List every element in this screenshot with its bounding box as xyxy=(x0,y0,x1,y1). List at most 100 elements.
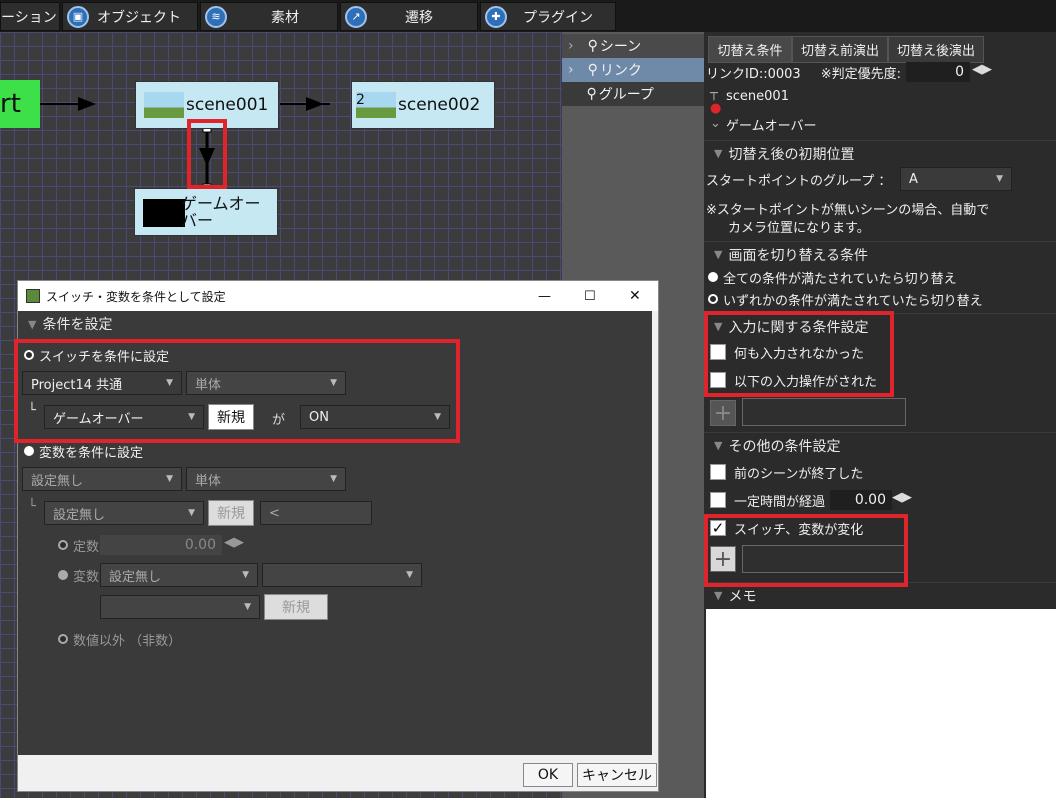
list-item-group[interactable]: ⚲ グループ xyxy=(562,82,704,106)
checkbox[interactable] xyxy=(710,492,726,508)
toolbar-animation-tab[interactable]: ーション xyxy=(0,2,60,31)
maximize-icon[interactable]: ☐ xyxy=(584,289,596,304)
link-id: リンクID::0003 xyxy=(706,66,801,82)
priority-input[interactable]: 0 xyxy=(906,62,970,82)
compare-variable-select[interactable]: 設定無し ▼ xyxy=(100,563,258,587)
radio-constant[interactable]: 定数 xyxy=(56,533,99,557)
select-value: A xyxy=(909,171,918,187)
chevron-right-icon: › xyxy=(568,62,574,78)
toolbar-label: オブジェクト xyxy=(97,9,181,26)
checkbox-time-elapsed[interactable]: 一定時間が経過 xyxy=(704,488,825,512)
tab-label: 切替え後演出 xyxy=(896,44,975,59)
new-variable-button[interactable]: 新規 xyxy=(208,500,254,526)
checkbox-prev-scene[interactable]: 前のシーンが終了した xyxy=(704,460,863,484)
add-input-button[interactable]: + xyxy=(710,400,736,426)
compare-scope-select[interactable]: ▼ xyxy=(262,563,422,587)
radio-variable[interactable]: 変数 xyxy=(56,563,99,587)
operator-select[interactable]: < xyxy=(260,501,372,525)
list-item-scene[interactable]: › ⚲ シーン xyxy=(562,34,704,58)
collapse-icon: ▼ xyxy=(714,589,723,602)
toolbar-transition-tab[interactable]: ↗ 遷移 xyxy=(340,2,478,31)
cancel-button[interactable]: キャンセル xyxy=(577,763,657,787)
radio-icon xyxy=(58,570,68,580)
radio-label: 変数 xyxy=(73,569,100,585)
highlight-link xyxy=(187,119,227,189)
section-title: その他の条件設定 xyxy=(728,438,841,455)
memo-textarea[interactable] xyxy=(706,609,1056,798)
scene-node-gameover[interactable]: ゲームオー バー xyxy=(134,188,278,236)
properties-panel: 切替え条件 切替え前演出 切替え後演出 リンクID::0003 ※判定優先度: 0… xyxy=(704,32,1056,798)
radio-non-numeric[interactable]: 数値以外 （非数） xyxy=(56,627,181,651)
scene-thumbnail xyxy=(144,92,184,118)
highlight-switch-section xyxy=(14,339,460,443)
toolbar-material-tab[interactable]: ≋ 素材 xyxy=(200,2,338,31)
radio-label: 全ての条件が満たされていたら切り替え xyxy=(723,271,957,287)
chevron-down-icon: ▼ xyxy=(242,570,249,580)
tab-switch-condition[interactable]: 切替え条件 xyxy=(708,36,792,63)
toolbar-object-tab[interactable]: ▣ オブジェクト xyxy=(62,2,198,31)
new-compare-button[interactable]: 新規 xyxy=(264,594,328,620)
list-item-link[interactable]: › ⚲ リンク xyxy=(562,58,704,82)
to-scene-label: ゲームオーバー xyxy=(726,118,817,134)
constant-stepper[interactable]: ◀▶ xyxy=(224,535,244,550)
checkbox[interactable] xyxy=(710,464,726,480)
scene-number: 2 xyxy=(356,92,365,108)
radio-all-conditions[interactable]: 全ての条件が満たされていたら切り替え xyxy=(706,265,957,289)
time-input[interactable]: 0.00 xyxy=(830,490,892,510)
collapse-icon: ▼ xyxy=(28,317,37,331)
to-scene: ゲームオーバー xyxy=(726,112,816,136)
dialog-body: ▼ 条件を設定 スイッチを条件に設定 Project14 共通 ▼ 単体 ▼ └ ゲー… xyxy=(14,311,658,755)
from-scene-label: scene001 xyxy=(726,88,789,104)
compare-target-select[interactable]: ▼ xyxy=(100,595,260,619)
tab-after-effect[interactable]: 切替え後演出 xyxy=(888,36,984,63)
scene-node-scene002[interactable]: 2 scene002 xyxy=(351,81,495,129)
variable-select[interactable]: 設定無し ▼ xyxy=(44,501,204,525)
scene-thumbnail: 2 xyxy=(356,92,396,118)
radio-icon xyxy=(708,294,718,304)
section-title: 画面を切り替える条件 xyxy=(728,247,869,264)
tree-branch-icon: └ xyxy=(28,499,36,514)
chevron-down-icon: ▼ xyxy=(188,508,195,518)
chevron-down-icon: ▼ xyxy=(166,474,173,484)
button-label: OK xyxy=(537,767,559,783)
start-group-label: スタートポイントのグループ ： xyxy=(706,167,891,191)
section-set-condition[interactable]: ▼ 条件を設定 xyxy=(18,311,652,337)
tab-before-effect[interactable]: 切替え前演出 xyxy=(792,36,888,63)
scene-label: scene001 xyxy=(186,95,269,115)
radio-icon xyxy=(58,540,68,550)
button-label: 新規 xyxy=(217,506,245,522)
close-icon[interactable]: ✕ xyxy=(629,288,641,304)
scene-thumbnail xyxy=(143,199,185,227)
radio-variable-condition[interactable]: 変数を条件に設定 xyxy=(22,439,143,463)
transition-icon: ↗ xyxy=(345,5,367,28)
label: スタートポイントのグループ ： xyxy=(706,173,892,189)
priority-stepper[interactable]: ◀▶ xyxy=(972,62,992,77)
section-other-conditions[interactable]: ▼ その他の条件設定 xyxy=(704,432,1056,458)
input-list-field[interactable] xyxy=(742,398,906,426)
ok-button[interactable]: OK xyxy=(523,763,573,787)
toolbar-plugin-tab[interactable]: ✚ プラグイン xyxy=(480,2,616,31)
radio-any-condition[interactable]: いずれかの条件が満たされていたら切り替え xyxy=(706,287,983,311)
start-group-select[interactable]: A ▼ xyxy=(900,167,1012,191)
list-label: シーン xyxy=(599,39,642,55)
object-icon: ▣ xyxy=(67,5,89,28)
minimize-icon[interactable]: — xyxy=(538,289,551,304)
collapse-icon: ▼ xyxy=(714,248,723,261)
constant-input[interactable]: 0.00 xyxy=(100,535,222,555)
dialog-titlebar: スイッチ・変数を条件として設定 — ☐ ✕ xyxy=(18,281,658,311)
select-value: 設定無し xyxy=(53,507,106,523)
link-id-row: リンクID::0003 ※判定優先度: xyxy=(706,60,901,84)
select-value: 単体 xyxy=(195,473,222,489)
chevron-down-icon: ▼ xyxy=(406,570,413,580)
note-line: カメラ位置になります。 xyxy=(728,220,870,236)
section-switch-conditions[interactable]: ▼ 画面を切り替える条件 xyxy=(704,241,1056,267)
section-initial-position[interactable]: ▼ 切替え後の初期位置 xyxy=(704,140,1056,166)
tree-icon: ⚲ xyxy=(587,62,598,78)
variable-project-select[interactable]: 設定無し ▼ xyxy=(22,467,182,491)
radio-icon xyxy=(708,272,718,282)
variable-scope-select[interactable]: 単体 ▼ xyxy=(186,467,346,491)
time-stepper[interactable]: ◀▶ xyxy=(892,490,912,505)
plugin-icon: ✚ xyxy=(485,5,507,28)
checkbox-label: 一定時間が経過 xyxy=(734,494,826,510)
button-label: 新規 xyxy=(282,600,310,616)
